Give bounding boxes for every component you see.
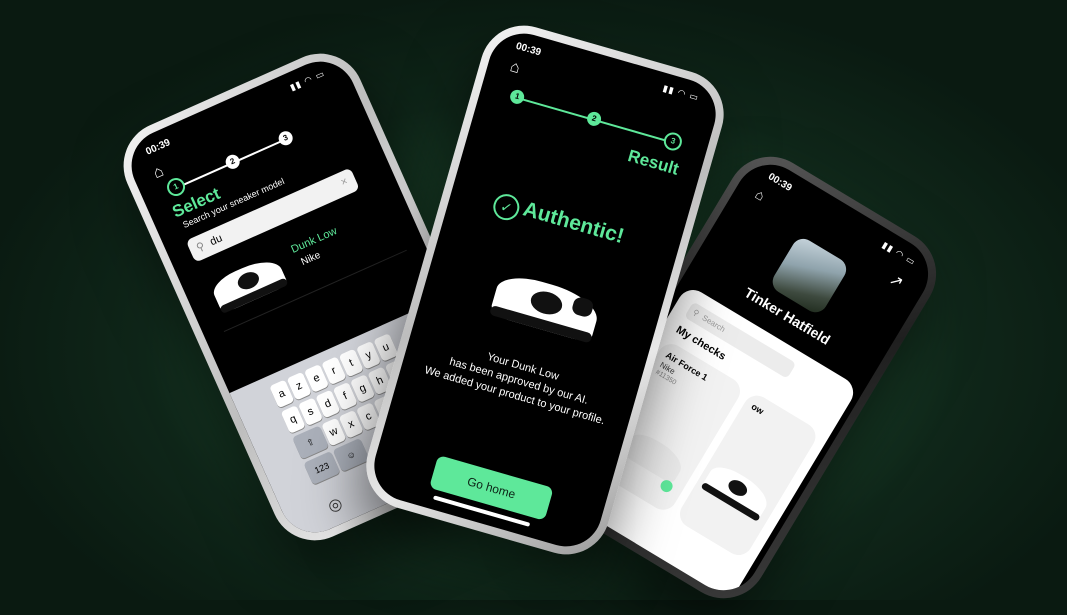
step-2: 2	[585, 110, 603, 128]
check-circle-icon: ✓	[490, 191, 523, 224]
search-value: du	[208, 232, 225, 249]
step-1: 1	[508, 88, 526, 106]
step-3: 3	[276, 128, 295, 148]
step-label: Result	[625, 146, 681, 179]
status-heading: Authentic!	[520, 197, 627, 249]
search-icon: ⚲	[194, 240, 207, 255]
clear-icon[interactable]: ×	[339, 175, 350, 189]
status-time: 00:39	[144, 137, 173, 158]
globe-icon[interactable]: ◎	[325, 493, 346, 517]
status-time: 00:39	[766, 171, 794, 194]
step-3: 3	[661, 130, 685, 153]
status-time: 00:39	[514, 40, 543, 59]
status-icons: ▮▮ ◠ ▭	[661, 82, 701, 103]
step-2: 2	[223, 152, 242, 172]
status-icons: ▮▮ ◠ ▭	[880, 239, 918, 268]
result-item[interactable]: Dunk Low Nike	[199, 194, 407, 332]
status-icons: ▮▮ ◠ ▭	[288, 68, 327, 93]
dynamic-island	[201, 93, 273, 139]
dynamic-island	[570, 57, 643, 94]
sneaker-image	[700, 460, 774, 522]
home-icon[interactable]: ⌂	[508, 58, 522, 78]
check-model-partial: ow	[749, 401, 766, 417]
sneaker-image	[208, 253, 289, 315]
home-icon[interactable]: ⌂	[753, 186, 768, 204]
step-1: 1	[164, 175, 188, 199]
result-brand: Nike	[299, 249, 323, 268]
home-icon[interactable]: ⌂	[151, 163, 167, 183]
result-message: Your Dunk Low has been approved by our A…	[400, 328, 637, 436]
logout-arrow-icon[interactable]: ↗	[885, 269, 907, 293]
search-placeholder: Search	[700, 313, 727, 335]
sneaker-image	[489, 270, 603, 344]
